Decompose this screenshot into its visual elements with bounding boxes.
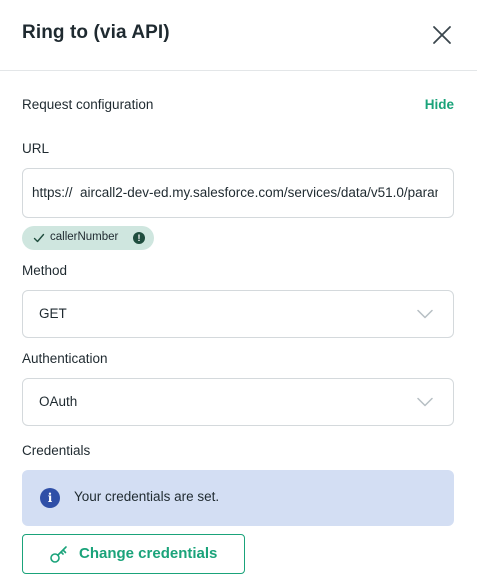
- close-icon[interactable]: [430, 23, 454, 47]
- chevron-down-icon: [417, 397, 433, 407]
- panel-header: Ring to (via API): [0, 0, 477, 71]
- hide-toggle-link[interactable]: Hide: [425, 97, 454, 112]
- method-label: Method: [22, 263, 68, 278]
- credentials-label: Credentials: [22, 443, 91, 458]
- change-credentials-button[interactable]: Change credentials: [22, 534, 245, 574]
- close-button[interactable]: [430, 23, 454, 47]
- info-icon[interactable]: !: [133, 232, 145, 244]
- credentials-info-banner: i Your credentials are set.: [22, 470, 454, 526]
- variable-chip-caller-number[interactable]: callerNumber !: [22, 226, 154, 250]
- url-input[interactable]: https:// aircall2-dev-ed.my.salesforce.c…: [22, 168, 454, 218]
- panel-title: Ring to (via API): [22, 22, 170, 43]
- url-prefix: https://: [32, 185, 73, 200]
- method-selected-value: GET: [39, 306, 67, 321]
- credentials-status-text: Your credentials are set.: [74, 489, 220, 504]
- chevron-down-icon: [417, 309, 433, 319]
- authentication-label: Authentication: [22, 351, 108, 366]
- change-credentials-label: Change credentials: [79, 545, 218, 562]
- key-icon: [50, 546, 67, 563]
- url-label: URL: [22, 141, 50, 156]
- section-title: Request configuration: [22, 97, 154, 112]
- variable-chip-label: callerNumber: [50, 231, 119, 243]
- check-icon: [33, 233, 45, 243]
- request-config-header: Request configuration Hide: [22, 97, 454, 115]
- url-value[interactable]: aircall2-dev-ed.my.salesforce.com/servic…: [80, 185, 438, 200]
- authentication-select[interactable]: OAuth: [22, 378, 454, 426]
- info-icon: i: [40, 488, 60, 508]
- authentication-selected-value: OAuth: [39, 394, 78, 409]
- method-select[interactable]: GET: [22, 290, 454, 338]
